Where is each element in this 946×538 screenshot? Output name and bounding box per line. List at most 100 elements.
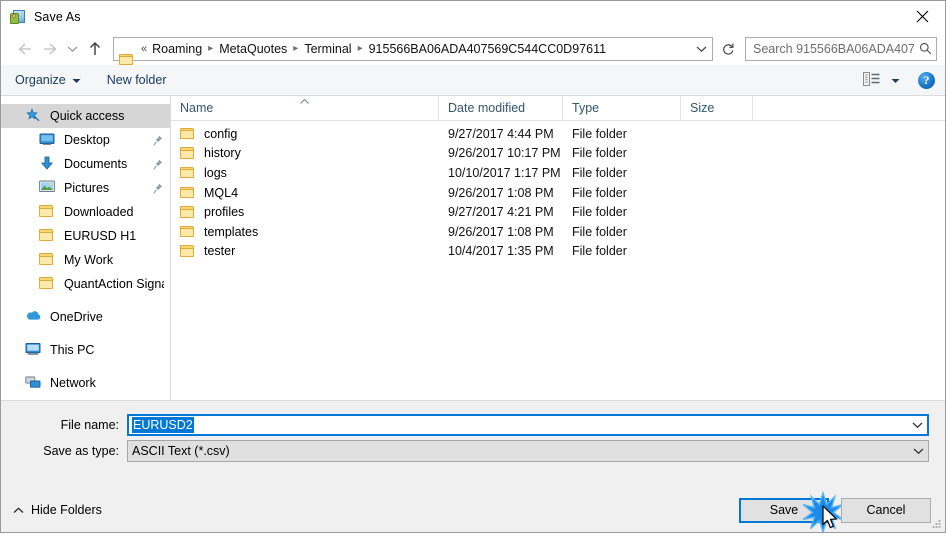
pin-icon[interactable]: [152, 159, 164, 170]
breadcrumb-separator-icon: ▸: [357, 43, 363, 54]
table-row[interactable]: templates 9/26/2017 1:08 PM File folder: [171, 222, 945, 242]
click-burst-icon: [801, 490, 845, 535]
folder-icon: [39, 276, 57, 292]
table-row[interactable]: MQL4 9/26/2017 1:08 PM File folder: [171, 183, 945, 203]
sidebar-item-label: Network: [50, 376, 96, 390]
chevron-down-icon[interactable]: [907, 421, 927, 429]
pin-icon[interactable]: [152, 183, 164, 194]
search-input[interactable]: Search 915566BA06ADA40756...: [745, 36, 937, 61]
breadcrumb-item-3[interactable]: 915566BA06ADA407569C544CC0D97611: [368, 42, 607, 56]
new-folder-label: New folder: [106, 73, 167, 87]
desktop-icon: [39, 132, 57, 148]
column-header-date-label: Date modified: [448, 101, 526, 115]
recent-locations-icon[interactable]: [63, 36, 81, 62]
pin-icon[interactable]: [152, 135, 164, 146]
file-type-cell: File folder: [572, 244, 627, 259]
file-type-cell: File folder: [572, 165, 627, 180]
mouse-pointer-icon: [821, 504, 839, 531]
file-name-label: profiles: [204, 205, 245, 220]
file-name-cell: MQL4: [171, 186, 439, 200]
file-name-input[interactable]: EURUSD2: [127, 414, 929, 436]
file-name-label: tester: [204, 244, 236, 259]
file-date-cell: 9/26/2017 10:17 PM: [448, 146, 561, 161]
sidebar-item-label: OneDrive: [50, 310, 103, 324]
back-icon[interactable]: [11, 36, 37, 62]
file-type-cell: File folder: [572, 185, 627, 200]
save-as-type-label: Save as type:: [43, 444, 119, 458]
column-header-name[interactable]: Name: [171, 96, 439, 120]
sidebar-item-network[interactable]: Network: [1, 371, 170, 395]
view-options-button[interactable]: [863, 71, 900, 89]
hide-folders-button[interactable]: Hide Folders: [13, 503, 102, 517]
column-header-type[interactable]: Type: [563, 96, 681, 120]
organize-label: Organize: [15, 73, 66, 87]
file-date-cell: 9/27/2017 4:44 PM: [448, 126, 554, 141]
folder-icon: [180, 146, 196, 160]
organize-button[interactable]: Organize: [15, 73, 81, 87]
column-headers: Name Date modified Type Size: [171, 96, 945, 121]
chevron-down-icon[interactable]: [908, 447, 928, 455]
folder-icon: [180, 225, 196, 239]
breadcrumb-item-2[interactable]: Terminal: [303, 42, 352, 56]
sidebar-item-eurusd-h1[interactable]: EURUSD H1: [1, 224, 170, 248]
window-title: Save As: [34, 9, 81, 24]
help-icon[interactable]: ?: [918, 71, 935, 89]
sidebar-item-label: QuantAction Signal: [64, 277, 164, 291]
sidebar-item-onedrive[interactable]: OneDrive: [1, 305, 170, 329]
sidebar-item-quick-access[interactable]: Quick access: [1, 104, 170, 128]
breadcrumb: « Roaming ▸ MetaQuotes ▸ Terminal ▸ 9155…: [140, 42, 690, 56]
forward-icon[interactable]: [37, 36, 63, 62]
column-header-name-label: Name: [180, 101, 214, 115]
file-rows: config 9/27/2017 4:44 PM File folder his…: [171, 121, 945, 400]
column-header-date-modified[interactable]: Date modified: [439, 96, 563, 120]
up-icon[interactable]: [81, 36, 109, 62]
hide-folders-label: Hide Folders: [31, 503, 102, 517]
file-name-cell: logs: [171, 166, 439, 180]
table-row[interactable]: tester 10/4/2017 1:35 PM File folder: [171, 242, 945, 262]
column-header-size[interactable]: Size: [681, 96, 753, 120]
breadcrumb-item-0[interactable]: Roaming: [151, 42, 203, 56]
save-as-type-row: Save as type: ASCII Text (*.csv): [1, 440, 945, 462]
file-name-label: File name:: [60, 418, 119, 432]
sidebar-item-this-pc[interactable]: This PC: [1, 338, 170, 362]
folder-icon: [180, 186, 196, 200]
save-button[interactable]: Save: [739, 490, 844, 534]
pictures-icon: [39, 180, 57, 196]
cancel-button[interactable]: Cancel: [841, 497, 931, 523]
address-dropdown-icon[interactable]: [690, 38, 712, 60]
sidebar-item-my-work[interactable]: My Work: [1, 248, 170, 272]
column-header-size-label: Size: [690, 101, 715, 115]
sidebar-item-pictures[interactable]: Pictures: [1, 176, 170, 200]
file-name-label: logs: [204, 165, 227, 180]
save-as-type-value: ASCII Text (*.csv): [132, 444, 230, 458]
table-row[interactable]: logs 10/10/2017 1:17 PM File folder: [171, 163, 945, 183]
navigation-bar: « Roaming ▸ MetaQuotes ▸ Terminal ▸ 9155…: [1, 32, 945, 65]
table-row[interactable]: config 9/27/2017 4:44 PM File folder: [171, 124, 945, 144]
file-date-cell: 9/26/2017 1:08 PM: [448, 224, 554, 239]
close-icon[interactable]: [899, 1, 945, 32]
sidebar-item-downloaded[interactable]: Downloaded: [1, 200, 170, 224]
save-button-label: Save: [769, 503, 799, 517]
new-folder-button[interactable]: New folder: [107, 73, 167, 87]
network-icon: [25, 375, 43, 391]
file-name-label: history: [204, 146, 241, 161]
breadcrumb-overflow-icon[interactable]: «: [141, 43, 147, 55]
save-as-dialog: Save As « Roaming ▸ MetaQuotes ▸ Termina…: [0, 0, 946, 534]
sidebar-item-documents[interactable]: Documents: [1, 152, 170, 176]
breadcrumb-item-1[interactable]: MetaQuotes: [218, 42, 288, 56]
sidebar-item-label: Downloaded: [64, 205, 134, 219]
table-row[interactable]: history 9/26/2017 10:17 PM File folder: [171, 144, 945, 164]
sidebar-item-quantaction-signal[interactable]: QuantAction Signal: [1, 272, 170, 296]
sidebar-item-label: Quick access: [50, 109, 125, 123]
resize-grip-icon[interactable]: [930, 518, 942, 530]
sidebar-item-desktop[interactable]: Desktop: [1, 128, 170, 152]
refresh-icon[interactable]: [717, 37, 739, 61]
address-bar[interactable]: « Roaming ▸ MetaQuotes ▸ Terminal ▸ 9155…: [113, 36, 713, 65]
folder-icon: [180, 166, 196, 180]
file-name-cell: profiles: [171, 205, 439, 219]
folder-icon: [119, 42, 135, 65]
table-row[interactable]: profiles 9/27/2017 4:21 PM File folder: [171, 202, 945, 222]
file-name-row: File name: EURUSD2: [1, 414, 945, 436]
save-as-type-select[interactable]: ASCII Text (*.csv): [127, 440, 929, 462]
